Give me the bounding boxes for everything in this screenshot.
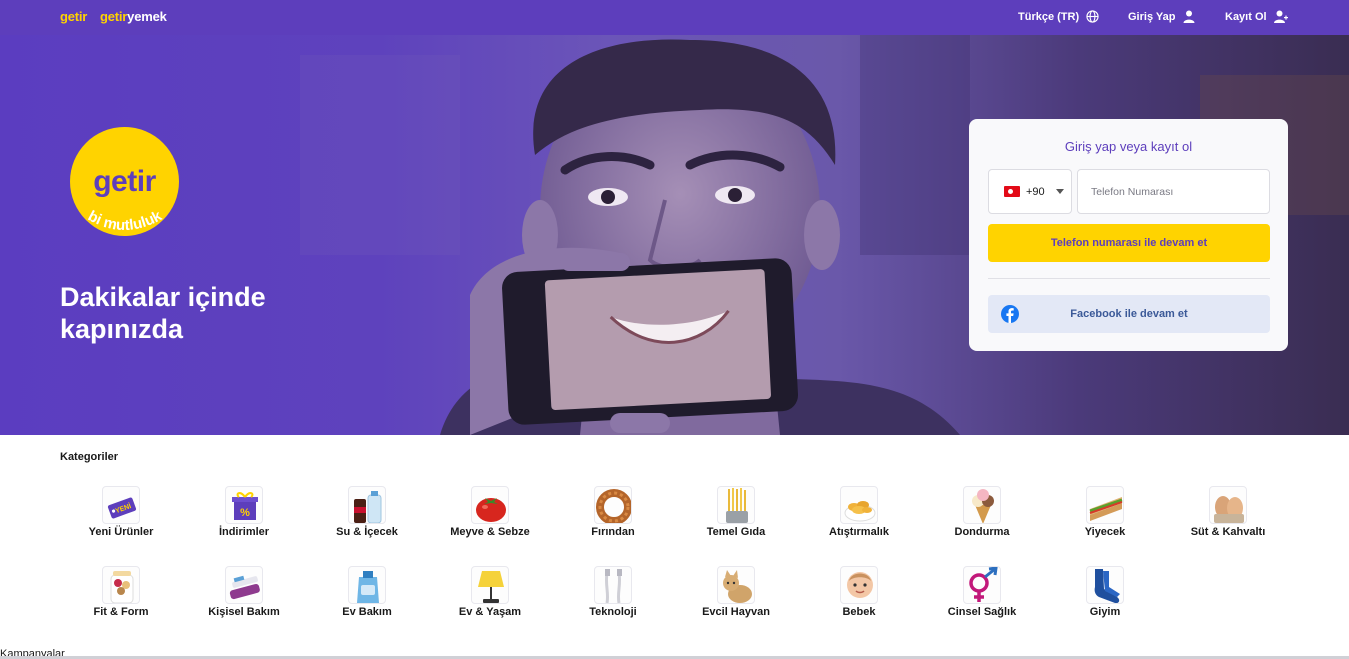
tomato-icon <box>471 486 509 524</box>
country-code-select[interactable]: +90 <box>988 169 1072 214</box>
category-new-products[interactable]: YENİ Yeni Ürünler <box>61 486 181 538</box>
category-personal-care[interactable]: Kişisel Bakım <box>184 566 304 618</box>
hero-banner: getir bi mutluluk Dakikalar içinde kapın… <box>0 35 1349 435</box>
category-label: Atıştırmalık <box>829 526 889 538</box>
getir-brand-link[interactable]: getir <box>60 9 87 24</box>
category-label: Ev Bakım <box>342 606 392 618</box>
category-label: Süt & Kahvaltı <box>1190 526 1266 538</box>
category-snacks[interactable]: Atıştırmalık <box>799 486 919 538</box>
login-card-title: Giriş yap veya kayıt ol <box>1064 139 1193 154</box>
category-fit-form[interactable]: Fit & Form <box>61 566 181 618</box>
lamp-icon <box>471 566 509 604</box>
register-label: Kayıt Ol <box>1225 10 1267 23</box>
toothbrush-icon <box>225 566 263 604</box>
granola-icon <box>102 566 140 604</box>
logo-tagline: bi mutluluk <box>85 207 165 234</box>
phone-number-input[interactable] <box>1077 169 1270 214</box>
pasta-icon <box>717 486 755 524</box>
logo-tagline-arc: bi mutluluk <box>85 207 165 234</box>
category-home-care[interactable]: Ev Bakım <box>307 566 427 618</box>
add-user-icon <box>1273 10 1288 23</box>
category-dairy-breakfast[interactable]: Süt & Kahvaltı <box>1168 486 1288 538</box>
drinks-icon <box>348 486 386 524</box>
category-discounts[interactable]: % İndirimler <box>184 486 304 538</box>
category-label: Cinsel Sağlık <box>947 606 1017 618</box>
facebook-icon <box>1001 305 1019 323</box>
category-label: Yeni Ürünler <box>88 526 154 538</box>
getiryemek-brand-suffix: yemek <box>127 9 167 24</box>
facebook-button-wrapper: Facebook ile devam et <box>988 295 1270 333</box>
category-bakery[interactable]: Fırından <box>553 486 673 538</box>
login-label: Giriş Yap <box>1128 10 1176 23</box>
simit-icon <box>594 486 632 524</box>
getiryemek-brand-part: getir <box>100 9 128 24</box>
category-label: İndirimler <box>218 526 270 538</box>
category-label: Bebek <box>842 606 876 618</box>
getiryemek-brand-link[interactable]: getiryemek <box>100 9 167 24</box>
continue-with-phone-button[interactable]: Telefon numarası ile devam et <box>988 224 1270 262</box>
svg-text:bi mutluluk: bi mutluluk <box>85 207 165 234</box>
country-code-value: +90 <box>1026 185 1045 198</box>
card-divider <box>988 278 1270 279</box>
category-baby[interactable]: Bebek <box>799 566 919 618</box>
ice-cream-icon <box>963 486 1001 524</box>
gender-icon <box>963 566 1001 604</box>
category-pets[interactable]: Evcil Hayvan <box>676 566 796 618</box>
category-label: Su & İçecek <box>336 526 398 538</box>
categories-title: Kategoriler <box>60 451 119 463</box>
category-home-living[interactable]: Ev & Yaşam <box>430 566 550 618</box>
baby-icon <box>840 566 878 604</box>
category-ice-cream[interactable]: Dondurma <box>922 486 1042 538</box>
login-link[interactable]: Giriş Yap <box>1128 10 1195 23</box>
register-link[interactable]: Kayıt Ol <box>1225 10 1288 23</box>
eggs-icon <box>1209 486 1247 524</box>
category-label: Teknoloji <box>589 606 637 618</box>
category-label: Ev & Yaşam <box>458 606 522 618</box>
socks-icon <box>1086 566 1124 604</box>
turkey-flag-icon <box>1004 186 1020 197</box>
category-sexual-health[interactable]: Cinsel Sağlık <box>922 566 1042 618</box>
user-icon <box>1183 10 1194 23</box>
cat-icon <box>717 566 755 604</box>
language-label: Türkçe (TR) <box>1018 10 1080 23</box>
svg-text:%: % <box>240 507 250 519</box>
top-navigation-bar: getir getiryemek Türkçe (TR) Giriş Yap K… <box>0 0 1349 35</box>
category-label: Dondurma <box>954 526 1010 538</box>
category-label: Meyve & Sebze <box>450 526 530 538</box>
category-label: Temel Gıda <box>706 526 766 538</box>
chevron-down-icon <box>1055 189 1064 194</box>
category-drinks[interactable]: Su & İçecek <box>307 486 427 538</box>
hero-headline: Dakikalar içinde kapınızda <box>60 282 266 344</box>
category-basic-food[interactable]: Temel Gıda <box>676 486 796 538</box>
sandwich-icon <box>1086 486 1124 524</box>
category-technology[interactable]: Teknoloji <box>553 566 673 618</box>
category-label: Evcil Hayvan <box>702 606 770 618</box>
category-label: Kişisel Bakım <box>208 606 280 618</box>
category-label: Giyim <box>1089 606 1121 618</box>
category-food[interactable]: Yiyecek <box>1045 486 1165 538</box>
continue-with-facebook-button[interactable]: Facebook ile devam et <box>988 295 1270 333</box>
category-label: Fit & Form <box>93 606 149 618</box>
new-tag-icon: YENİ <box>102 486 140 524</box>
globe-icon <box>1086 10 1099 23</box>
category-fruit-vegetables[interactable]: Meyve & Sebze <box>430 486 550 538</box>
discount-gift-icon: % <box>225 486 263 524</box>
category-label: Fırından <box>591 526 635 538</box>
category-clothing[interactable]: Giyim <box>1045 566 1165 618</box>
chips-icon <box>840 486 878 524</box>
login-card: Giriş yap veya kayıt ol +90 Telefon numa… <box>969 119 1288 351</box>
cable-icon <box>594 566 632 604</box>
language-selector[interactable]: Türkçe (TR) <box>1018 10 1099 23</box>
category-label: Yiyecek <box>1084 526 1126 538</box>
detergent-icon <box>348 566 386 604</box>
